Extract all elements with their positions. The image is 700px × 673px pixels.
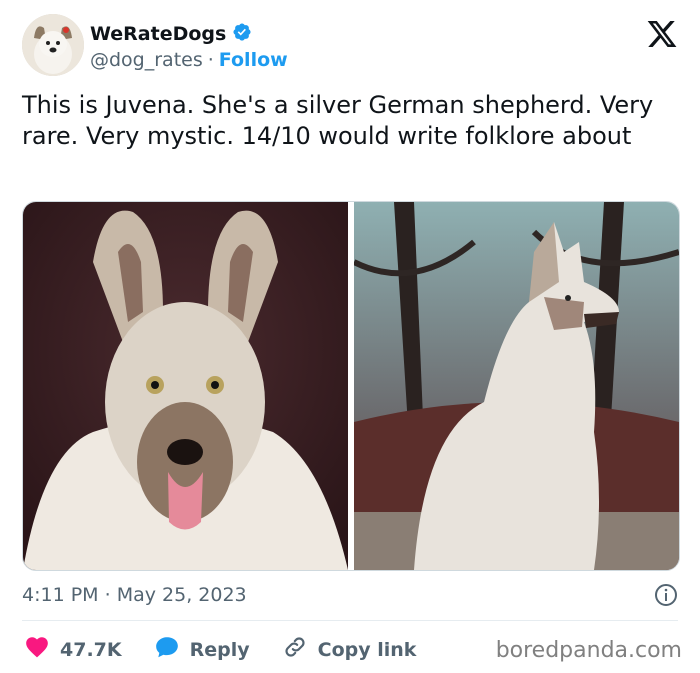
handle-separator: · bbox=[207, 49, 214, 71]
dog-photo-front[interactable] bbox=[23, 202, 348, 570]
reply-bubble-icon bbox=[154, 634, 180, 665]
dog-photo-side[interactable] bbox=[354, 202, 679, 570]
action-bar: 47.7K Reply Copy link bbox=[24, 634, 448, 665]
reply-button[interactable]: Reply bbox=[154, 634, 250, 665]
avatar[interactable] bbox=[22, 14, 84, 76]
divider bbox=[22, 620, 678, 621]
copy-link-label: Copy link bbox=[317, 638, 417, 661]
follow-button[interactable]: Follow bbox=[219, 49, 288, 71]
timestamp-separator: · bbox=[104, 584, 111, 606]
tweet-text: This is Juvena. She's a silver German sh… bbox=[22, 91, 654, 150]
likes-count: 47.7K bbox=[60, 638, 122, 661]
display-name[interactable]: WeRateDogs bbox=[90, 23, 226, 45]
verified-badge-icon bbox=[232, 22, 252, 46]
tweet-time: 4:11 PM bbox=[22, 584, 99, 606]
handle[interactable]: @dog_rates bbox=[90, 49, 203, 71]
tweet-date: May 25, 2023 bbox=[116, 584, 247, 606]
reply-label: Reply bbox=[189, 638, 250, 661]
watermark: boredpanda.com bbox=[495, 638, 682, 663]
like-button[interactable]: 47.7K bbox=[24, 634, 122, 665]
copy-link-button[interactable]: Copy link bbox=[282, 634, 417, 665]
tweet-media[interactable] bbox=[22, 201, 680, 571]
heart-icon bbox=[24, 634, 50, 665]
tweet-timestamp[interactable]: 4:11 PM · May 25, 2023 bbox=[22, 584, 247, 606]
link-icon bbox=[282, 634, 308, 665]
